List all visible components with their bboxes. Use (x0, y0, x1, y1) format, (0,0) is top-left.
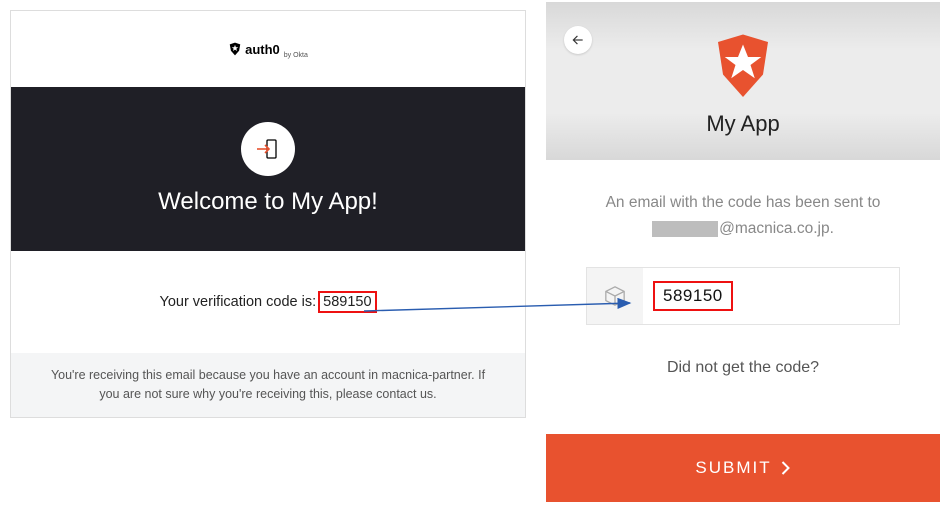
arrow-left-icon (571, 33, 585, 47)
sent-line: An email with the code has been sent to (606, 194, 881, 211)
email-domain: @macnica.co.jp. (719, 220, 834, 237)
app-title: My App (706, 111, 779, 137)
auth0-logo: auth0 by Okta (228, 42, 308, 57)
auth0-shield-icon (713, 34, 773, 105)
masked-email-user (652, 221, 718, 237)
submit-label: SUBMIT (695, 458, 771, 478)
sent-message: An email with the code has been sent to … (566, 190, 920, 243)
resend-link[interactable]: Did not get the code? (566, 359, 920, 377)
login-icon (241, 122, 295, 176)
dialog-header: My App (546, 2, 940, 160)
back-button[interactable] (564, 26, 592, 54)
email-brand-header: auth0 by Okta (11, 11, 525, 87)
code-prefix: Your verification code is: (159, 294, 316, 310)
verification-email: auth0 by Okta Welcome to My App! Your ve… (10, 10, 526, 418)
code-value-slot: 589150 (643, 281, 899, 311)
code-input[interactable]: 589150 (586, 267, 900, 325)
verification-code: 589150 (318, 291, 376, 313)
email-hero-title: Welcome to My App! (158, 188, 378, 216)
email-body: Your verification code is: 589150 (11, 251, 525, 353)
brand-text: auth0 (245, 42, 280, 57)
auth0-shield-icon (228, 42, 242, 56)
brand-byline: by Okta (284, 52, 308, 59)
dialog-body: An email with the code has been sent to … (546, 160, 940, 377)
email-hero: Welcome to My App! (11, 87, 525, 251)
code-entry-dialog: My App An email with the code has been s… (546, 2, 940, 502)
submit-button[interactable]: SUBMIT (546, 434, 940, 502)
email-footer-text: You're receiving this email because you … (11, 353, 525, 417)
entered-code: 589150 (653, 281, 733, 311)
code-input-icon-slot (587, 268, 643, 324)
cube-icon (604, 285, 626, 307)
chevron-right-icon (780, 461, 791, 475)
